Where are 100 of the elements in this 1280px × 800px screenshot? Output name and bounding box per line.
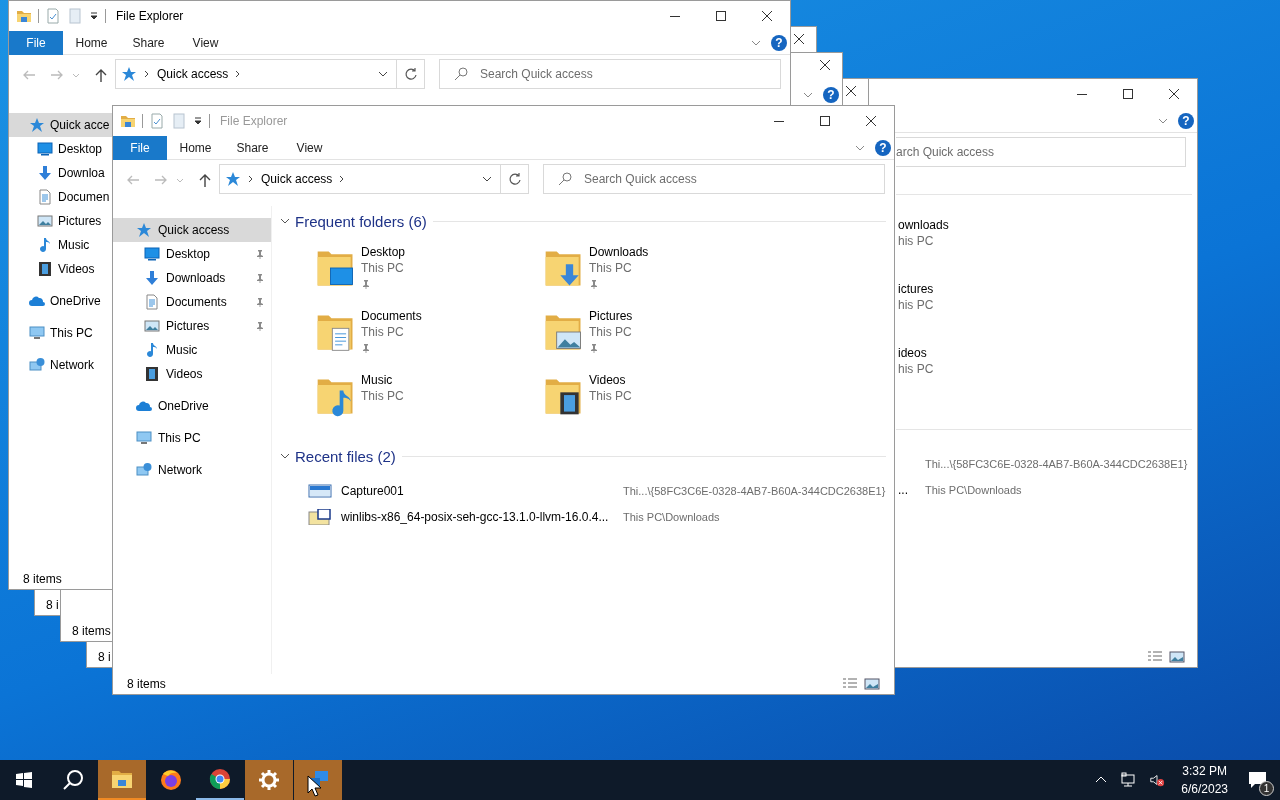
properties-icon[interactable] bbox=[45, 8, 61, 24]
folder-location: his PC bbox=[898, 297, 934, 313]
search-field[interactable]: arch Quick access bbox=[896, 137, 1186, 167]
speaker-icon[interactable] bbox=[1149, 772, 1166, 788]
notifications-button[interactable]: 1 bbox=[1236, 760, 1280, 800]
sidebar-item[interactable]: Music bbox=[9, 233, 112, 257]
sidebar-item[interactable]: Videos bbox=[113, 362, 271, 386]
file-name[interactable]: winlibs-x86_64-posix-seh-gcc-13.1.0-llvm-16.0.4... bbox=[341, 510, 623, 524]
large-icons-view-icon[interactable] bbox=[864, 676, 880, 692]
folder-icon[interactable] bbox=[16, 8, 32, 24]
sidebar-item[interactable]: Quick acce bbox=[9, 113, 112, 137]
search-field[interactable]: Search Quick access bbox=[439, 59, 781, 89]
film-icon bbox=[37, 261, 53, 277]
file-path: Thi...\{58FC3C6E-0328-4AB7-B60A-344CDC2638E1} bbox=[623, 485, 886, 497]
folder-location: his PC bbox=[898, 233, 934, 249]
star-icon bbox=[136, 222, 152, 238]
sidebar-item[interactable]: OneDrive bbox=[9, 289, 112, 313]
file-tab[interactable]: File bbox=[113, 135, 167, 160]
search-field[interactable]: Search Quick access bbox=[543, 164, 885, 194]
sidebar-item[interactable]: Pictures bbox=[113, 314, 271, 338]
star-icon bbox=[225, 171, 241, 187]
section-header[interactable]: Frequent folders (6) bbox=[280, 212, 427, 230]
maximize-icon bbox=[820, 116, 830, 126]
status-text: 8 i bbox=[98, 650, 111, 664]
close-icon bbox=[846, 86, 856, 96]
sidebar-item[interactable]: Network bbox=[113, 458, 271, 482]
download-arrow-icon bbox=[37, 165, 53, 181]
close-icon bbox=[1169, 89, 1179, 99]
address-bar[interactable]: Quick access bbox=[115, 59, 397, 89]
sidebar-item[interactable]: Pictures bbox=[9, 209, 112, 233]
file-tab[interactable]: File bbox=[9, 30, 63, 55]
help-button[interactable]: ? bbox=[875, 139, 891, 156]
image-file-icon bbox=[308, 483, 332, 499]
ribbon-tab[interactable]: Home bbox=[167, 140, 224, 155]
sidebar-item[interactable]: Downloa bbox=[9, 161, 112, 185]
maximize-icon bbox=[1123, 89, 1133, 99]
folder-location: his PC bbox=[898, 361, 934, 377]
folder-location: This PC bbox=[361, 260, 404, 276]
ribbon-tab[interactable]: Share bbox=[120, 35, 177, 50]
star-icon bbox=[121, 66, 137, 82]
close-icon bbox=[866, 116, 876, 126]
window-title: File Explorer bbox=[220, 114, 288, 128]
maximize-icon bbox=[716, 11, 726, 21]
folder-name[interactable]: Downloads bbox=[589, 244, 649, 260]
help-button[interactable]: ? bbox=[771, 34, 787, 51]
folder-name[interactable]: Documents bbox=[361, 308, 422, 324]
sidebar-item[interactable]: Music bbox=[113, 338, 271, 362]
status-text: 8 items bbox=[23, 572, 62, 586]
sidebar-item[interactable]: This PC bbox=[9, 321, 112, 345]
properties-icon[interactable] bbox=[149, 113, 165, 129]
film-icon bbox=[144, 366, 160, 382]
sidebar-item[interactable]: Network bbox=[9, 353, 112, 377]
sidebar-item[interactable]: Quick access bbox=[113, 218, 271, 242]
folder-name[interactable]: ideos bbox=[898, 345, 927, 361]
folder-name[interactable]: ictures bbox=[898, 281, 934, 297]
sidebar-item[interactable]: This PC bbox=[113, 426, 271, 450]
folder-name[interactable]: Pictures bbox=[589, 308, 633, 324]
folder-location: This PC bbox=[361, 324, 404, 340]
ribbon-tab[interactable]: View bbox=[281, 140, 338, 155]
taskbar-button[interactable] bbox=[294, 760, 342, 800]
folder-name[interactable]: Desktop bbox=[361, 244, 406, 260]
folder-name[interactable]: Music bbox=[361, 372, 393, 388]
sidebar-item[interactable]: Downloads bbox=[113, 266, 271, 290]
file-path: This PC\Downloads bbox=[925, 484, 1022, 496]
file-name[interactable]: ... bbox=[898, 483, 908, 497]
folder-icon[interactable] bbox=[120, 113, 136, 129]
chevron-down-icon bbox=[482, 174, 492, 184]
dropdown-icon[interactable] bbox=[193, 116, 203, 126]
large-icons-view-icon[interactable] bbox=[1169, 649, 1185, 665]
folder-name[interactable]: ownloads bbox=[898, 217, 949, 233]
status-text: 8 items bbox=[127, 677, 166, 691]
folder-name[interactable]: Videos bbox=[589, 372, 626, 388]
message-icon bbox=[1247, 769, 1269, 791]
up-arrow-icon[interactable] bbox=[197, 172, 213, 188]
refresh-button[interactable] bbox=[501, 164, 529, 194]
up-arrow-icon[interactable] bbox=[93, 67, 109, 83]
dropdown-icon[interactable] bbox=[89, 11, 99, 21]
sidebar-item[interactable]: Documen bbox=[9, 185, 112, 209]
clock-button[interactable]: 3:32 PM 6/6/2023 bbox=[1181, 762, 1228, 798]
help-button[interactable]: ? bbox=[823, 86, 839, 103]
help-button[interactable]: ? bbox=[1178, 112, 1194, 129]
sidebar-item[interactable]: Desktop bbox=[9, 137, 112, 161]
document-icon bbox=[144, 294, 160, 310]
gear-icon bbox=[257, 768, 281, 792]
ribbon-tab[interactable]: Home bbox=[63, 35, 120, 50]
sidebar-item[interactable]: OneDrive bbox=[113, 394, 271, 418]
picture-icon bbox=[37, 213, 53, 229]
sidebar-item[interactable]: Documents bbox=[113, 290, 271, 314]
sidebar-item[interactable]: Videos bbox=[9, 257, 112, 281]
document-icon bbox=[37, 189, 53, 205]
sidebar-item[interactable]: Desktop bbox=[113, 242, 271, 266]
file-name[interactable]: Capture001 bbox=[341, 484, 623, 498]
section-header[interactable]: Recent files (2) bbox=[280, 447, 396, 465]
network-icon[interactable] bbox=[1121, 772, 1138, 788]
ribbon-tab[interactable]: Share bbox=[224, 140, 281, 155]
refresh-button[interactable] bbox=[397, 59, 425, 89]
address-bar[interactable]: Quick access bbox=[219, 164, 501, 194]
ribbon-tab[interactable]: View bbox=[177, 35, 234, 50]
window-title: File Explorer bbox=[116, 9, 184, 23]
search-icon bbox=[453, 66, 469, 82]
